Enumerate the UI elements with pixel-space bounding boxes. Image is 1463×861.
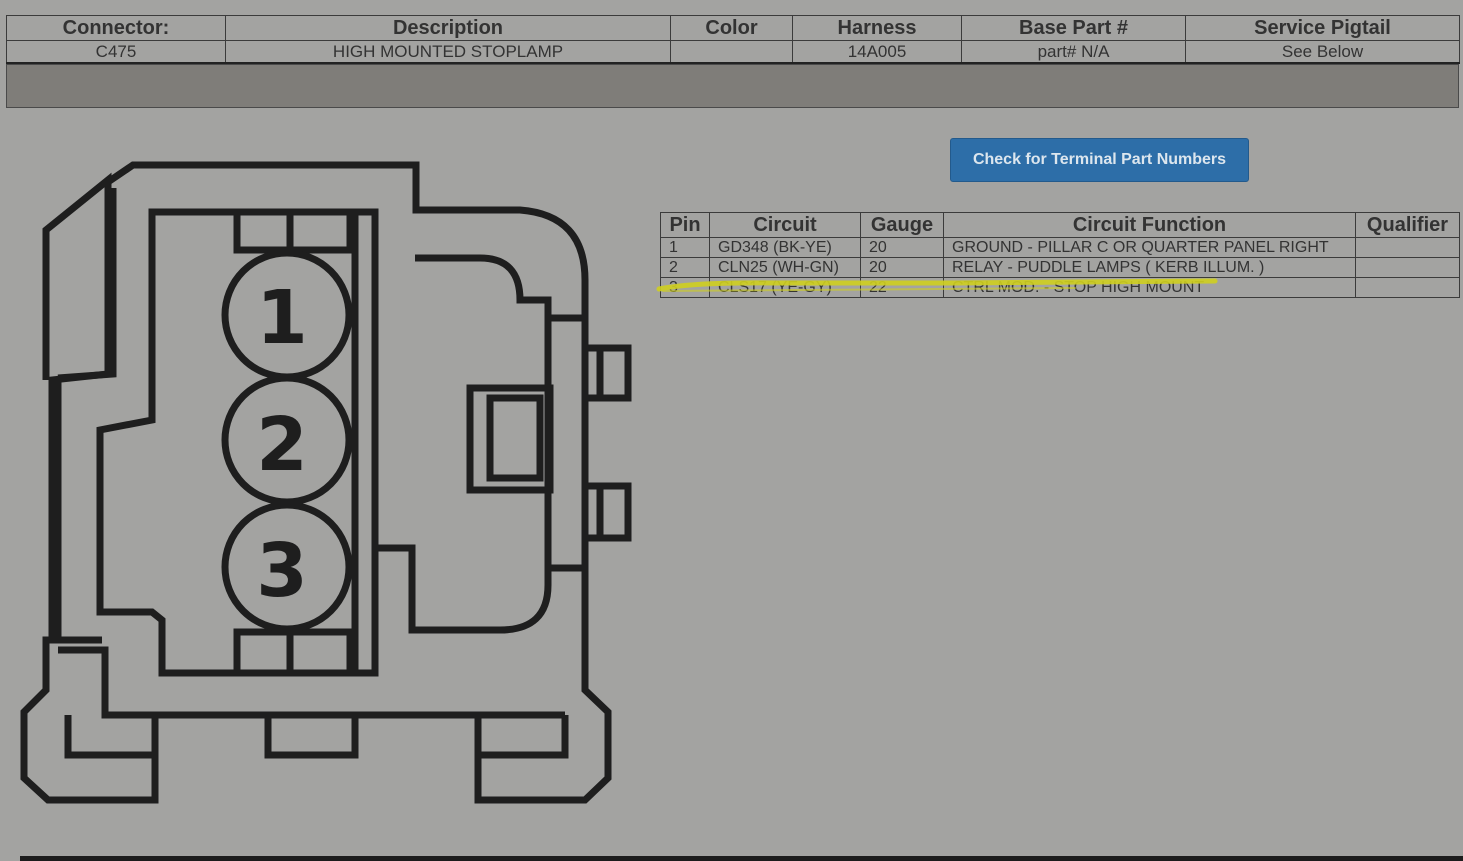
pin-3-label: 3 <box>256 528 308 614</box>
base-part-column-header: Base Part # <box>961 15 1186 41</box>
pin-column-header: Pin <box>660 212 710 238</box>
pin-table-header-row: Pin Circuit Gauge Circuit Function Quali… <box>660 212 1460 238</box>
base-part-cell: part# N/A <box>961 40 1186 64</box>
pin-table: Pin Circuit Gauge Circuit Function Quali… <box>660 212 1460 298</box>
connector-face-diagram: 1 2 3 <box>20 161 632 804</box>
circuit-column-header: Circuit <box>709 212 861 238</box>
service-pigtail-cell: See Below <box>1185 40 1460 64</box>
qualifier-cell <box>1355 237 1460 258</box>
check-terminal-part-numbers-button[interactable]: Check for Terminal Part Numbers <box>950 138 1249 182</box>
qualifier-column-header: Qualifier <box>1355 212 1460 238</box>
gauge-cell: 22 <box>860 277 944 298</box>
harness-column-header: Harness <box>792 15 962 41</box>
harness-cell: 14A005 <box>792 40 962 64</box>
circuit-function-column-header: Circuit Function <box>943 212 1356 238</box>
color-column-header: Color <box>670 15 793 41</box>
connector-header-row: Connector: Description Color Harness Bas… <box>6 15 1460 41</box>
circuit-function-cell: CTRL MOD. - STOP HIGH MOUNT <box>943 277 1356 298</box>
connector-header-table: Connector: Description Color Harness Bas… <box>6 15 1460 64</box>
circuit-cell: CLN25 (WH-GN) <box>709 257 861 278</box>
page-bottom-rule <box>20 856 1463 861</box>
service-pigtail-column-header: Service Pigtail <box>1185 15 1460 41</box>
pin-1-label: 1 <box>256 275 308 361</box>
color-cell <box>670 40 793 64</box>
pin-number-cell: 2 <box>660 257 710 278</box>
pin-row: 1 GD348 (BK-YE) 20 GROUND - PILLAR C OR … <box>660 237 1460 258</box>
connector-id-cell: C475 <box>6 40 226 64</box>
circuit-cell: CLS17 (YE-GY) <box>709 277 861 298</box>
qualifier-cell <box>1355 257 1460 278</box>
gauge-column-header: Gauge <box>860 212 944 238</box>
circuit-cell: GD348 (BK-YE) <box>709 237 861 258</box>
pin-2-label: 2 <box>256 402 308 488</box>
circuit-function-cell: GROUND - PILLAR C OR QUARTER PANEL RIGHT <box>943 237 1356 258</box>
description-column-header: Description <box>225 15 671 41</box>
connector-image-bar <box>6 64 1459 108</box>
description-cell: HIGH MOUNTED STOPLAMP <box>225 40 671 64</box>
pin-row: 2 CLN25 (WH-GN) 20 RELAY - PUDDLE LAMPS … <box>660 257 1460 278</box>
gauge-cell: 20 <box>860 237 944 258</box>
pin-row-highlighted: 3 CLS17 (YE-GY) 22 CTRL MOD. - STOP HIGH… <box>660 277 1460 298</box>
qualifier-cell <box>1355 277 1460 298</box>
pin-number-cell: 3 <box>660 277 710 298</box>
pin-number-cell: 1 <box>660 237 710 258</box>
connector-info-row: C475 HIGH MOUNTED STOPLAMP 14A005 part# … <box>6 40 1460 64</box>
connector-column-header: Connector: <box>6 15 226 41</box>
gauge-cell: 20 <box>860 257 944 278</box>
circuit-function-cell: RELAY - PUDDLE LAMPS ( KERB ILLUM. ) <box>943 257 1356 278</box>
